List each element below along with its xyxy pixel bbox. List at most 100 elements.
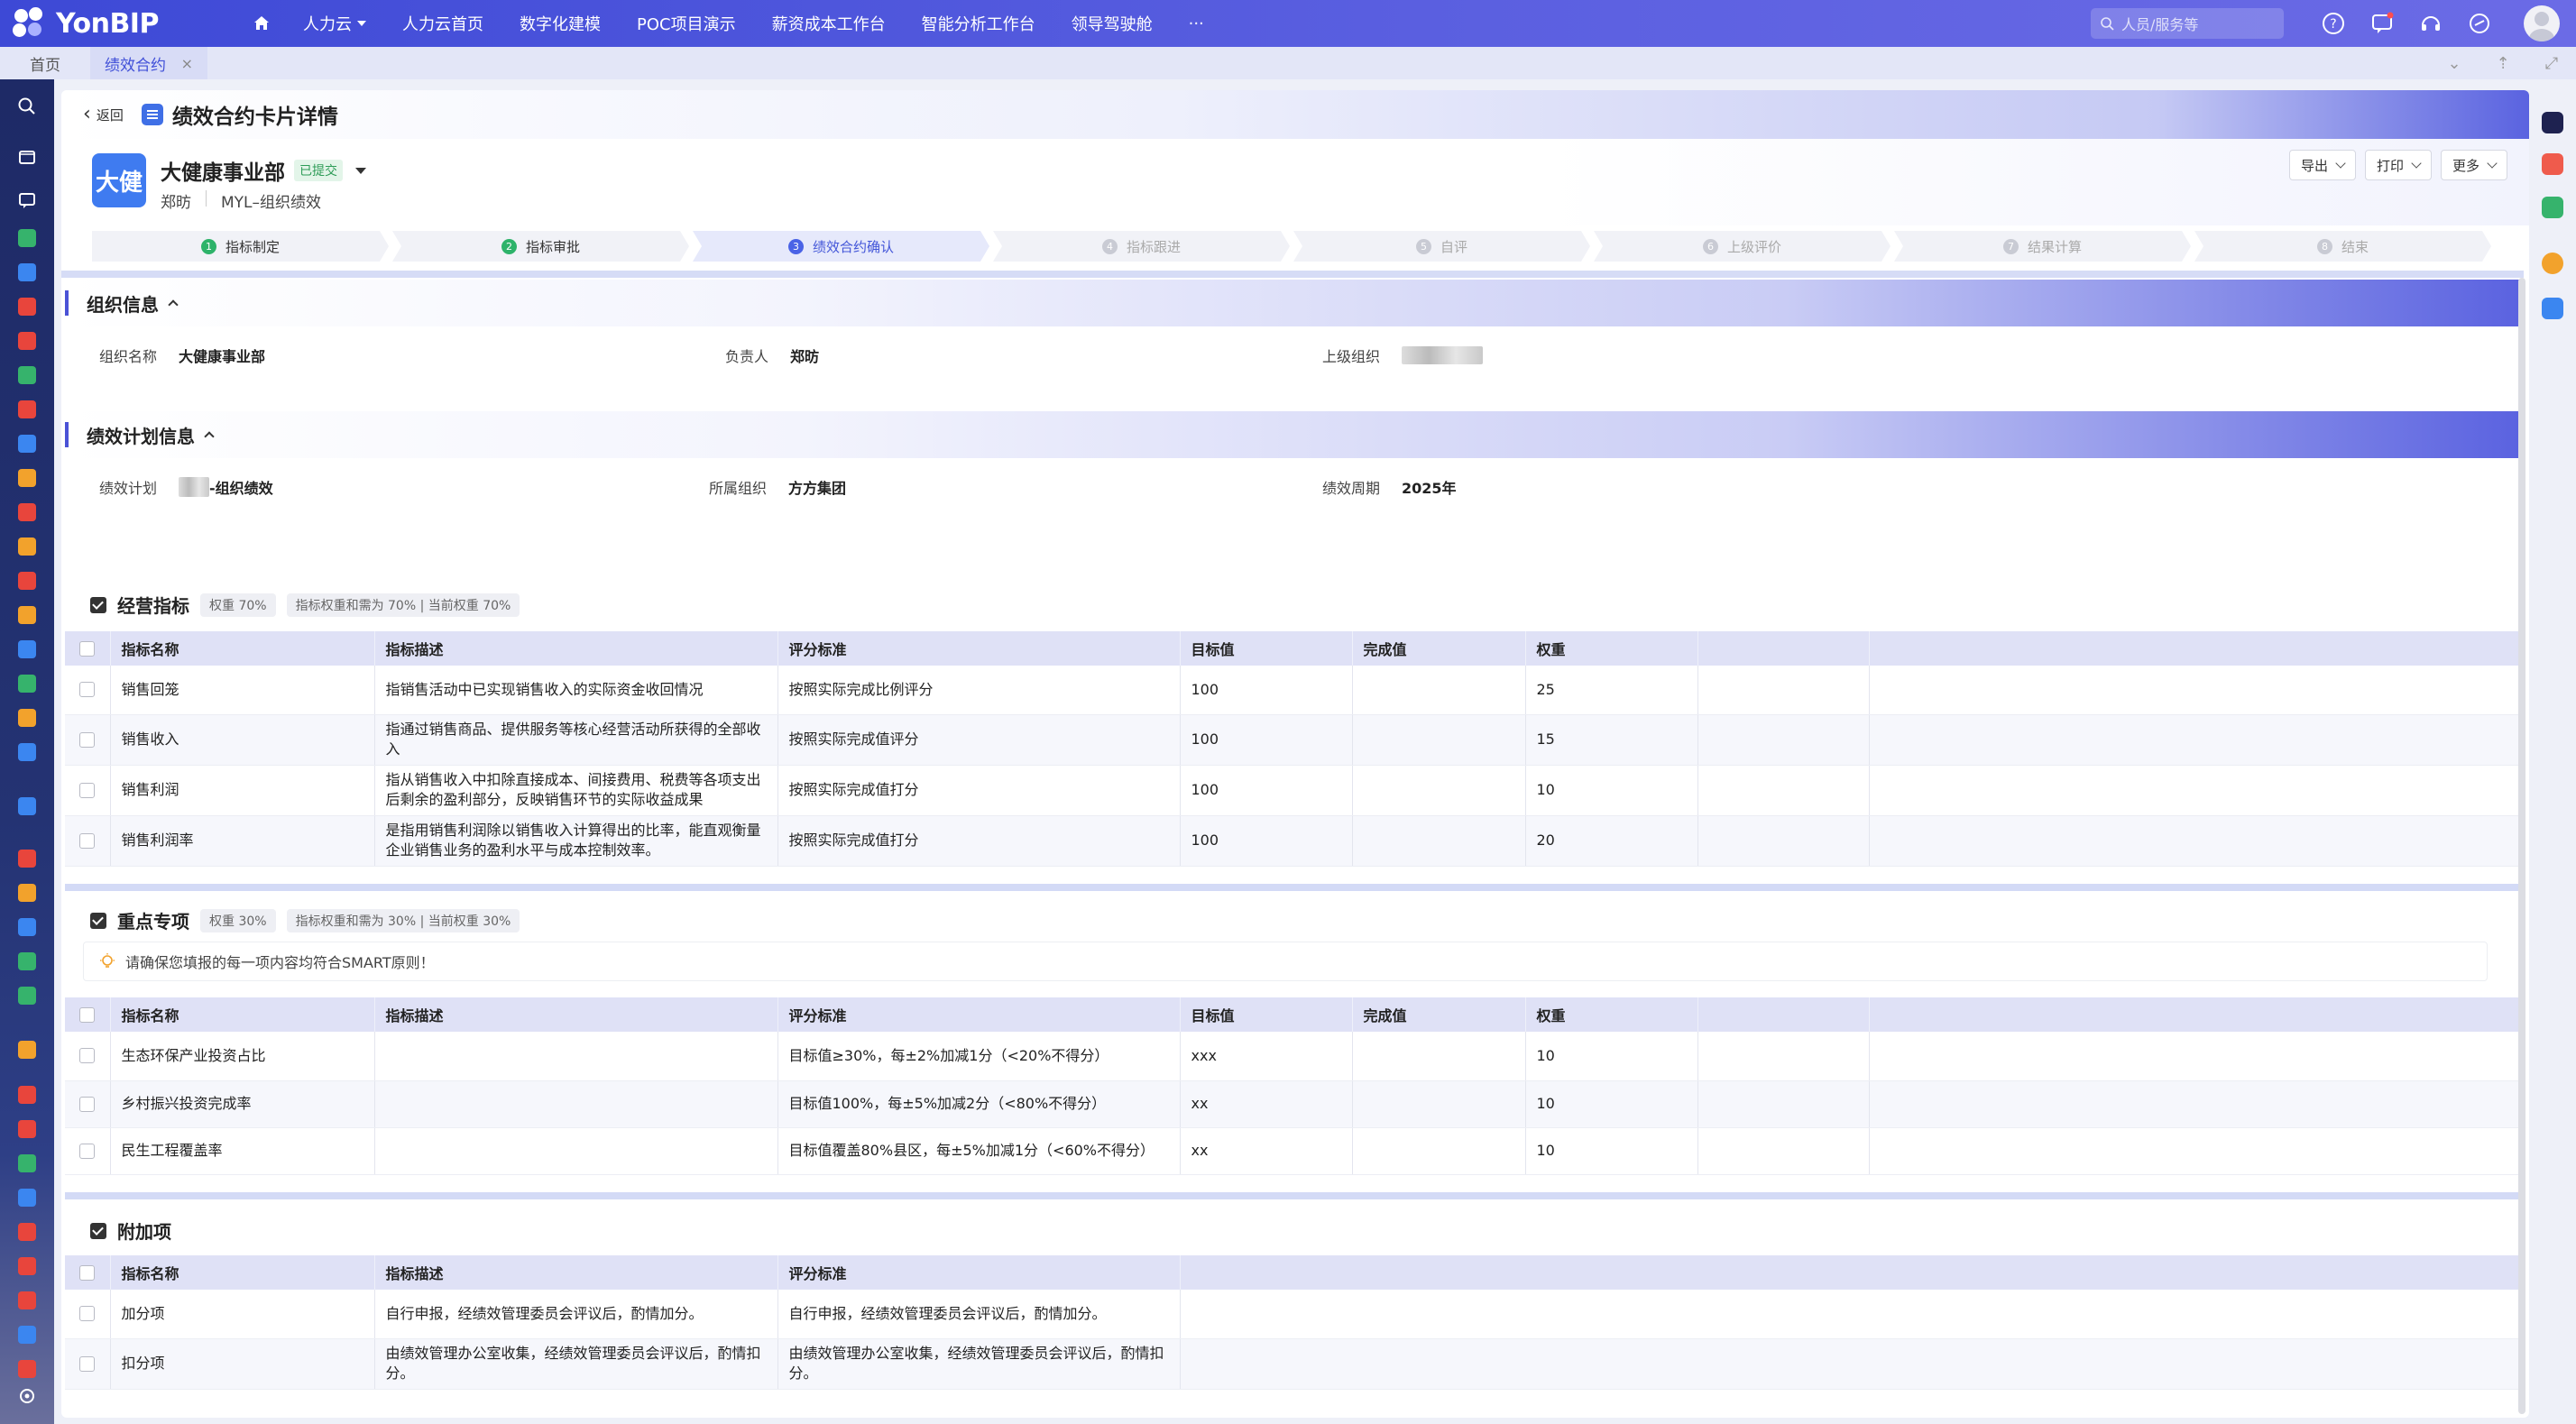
app-icon[interactable] (18, 229, 36, 247)
chevron-up-icon[interactable] (204, 431, 215, 442)
table-row[interactable]: 扣分项 由绩效管理办公室收集，经绩效管理委员会评议后，酌情扣分。 由绩效管理办公… (65, 1338, 2524, 1390)
table-row[interactable]: 乡村振兴投资完成率 目标值100%，每±5%加减2分（<80%不得分） xx 1… (65, 1080, 2524, 1128)
column-header[interactable]: 完成值 (1352, 997, 1526, 1032)
row-checkbox[interactable] (79, 1355, 95, 1372)
nav-digital-modeling[interactable]: 数字化建模 (501, 0, 619, 47)
table-row[interactable]: 销售收入 指通过销售商品、提供服务等核心经营活动所获得的全部收入 按照实际完成值… (65, 714, 2524, 766)
app-icon[interactable] (18, 1291, 36, 1309)
help-icon[interactable]: ? (2320, 10, 2347, 37)
select-all-checkbox[interactable] (79, 1264, 95, 1281)
column-header[interactable]: 目标值 (1180, 997, 1353, 1032)
global-search-input[interactable]: 人员/服务等 (2091, 8, 2284, 39)
step-1[interactable]: 1 指标制定 (92, 231, 389, 262)
app-icon[interactable] (18, 263, 36, 281)
app-icon[interactable] (18, 743, 36, 761)
app-icon[interactable] (18, 1086, 36, 1104)
column-header[interactable]: 评分标准 (777, 997, 1181, 1032)
select-all-checkbox[interactable] (79, 1006, 95, 1023)
fullscreen-icon[interactable]: ⤢ (2527, 54, 2576, 73)
app-icon[interactable] (18, 400, 36, 418)
app-icon[interactable] (18, 1223, 36, 1241)
app-icon[interactable] (18, 1257, 36, 1275)
app-icon[interactable] (18, 1120, 36, 1138)
app-icon[interactable] (2542, 197, 2563, 218)
step-3[interactable]: 3 绩效合约确认 (693, 231, 989, 262)
column-header[interactable]: 指标描述 (374, 631, 778, 666)
app-icon[interactable] (18, 1189, 36, 1207)
app-icon[interactable] (18, 675, 36, 693)
row-checkbox[interactable] (79, 1096, 95, 1112)
step-4[interactable]: 4 指标跟进 (993, 231, 1290, 262)
row-checkbox[interactable] (79, 731, 95, 748)
chat-icon[interactable] (13, 186, 41, 215)
chevron-down-icon[interactable] (355, 167, 366, 174)
table-row[interactable]: 加分项 自行申报，经绩效管理委员会评议后，酌情加分。 自行申报，经绩效管理委员会… (65, 1290, 2524, 1339)
group-checkbox[interactable] (90, 1222, 106, 1239)
app-grid-icon[interactable] (13, 7, 45, 40)
row-checkbox[interactable] (79, 782, 95, 798)
group-checkbox[interactable] (90, 596, 106, 613)
app-icon[interactable] (18, 918, 36, 936)
step-5[interactable]: 5 自评 (1293, 231, 1590, 262)
column-header[interactable]: 完成值 (1352, 631, 1526, 666)
search-icon[interactable] (13, 92, 41, 121)
column-header[interactable]: 指标名称 (110, 631, 375, 666)
app-icon[interactable] (18, 503, 36, 521)
row-checkbox[interactable] (79, 1143, 95, 1159)
app-icon[interactable] (18, 884, 36, 902)
column-header[interactable]: 指标描述 (374, 1255, 778, 1290)
column-header[interactable]: 评分标准 (777, 1255, 1181, 1290)
app-icon[interactable] (18, 1326, 36, 1344)
app-icon[interactable] (18, 640, 36, 658)
app-icon[interactable] (18, 366, 36, 384)
nav-analytics-workbench[interactable]: 智能分析工作台 (904, 0, 1053, 47)
section-plan-info[interactable]: 绩效计划信息 (65, 411, 2524, 458)
column-header[interactable]: 指标名称 (110, 997, 375, 1032)
app-icon[interactable] (18, 298, 36, 316)
nav-salary-workbench[interactable]: 薪资成本工作台 (754, 0, 904, 47)
app-icon[interactable] (18, 850, 36, 868)
print-button[interactable]: 打印 (2364, 150, 2432, 180)
app-icon[interactable] (18, 1360, 36, 1378)
app-logo[interactable]: YonBIP (13, 7, 238, 40)
table-row[interactable]: 生态环保产业投资占比 目标值≥30%，每±2%加减1分（<20%不得分） xxx… (65, 1032, 2524, 1081)
app-icon[interactable] (18, 709, 36, 727)
row-checkbox[interactable] (79, 682, 95, 698)
step-7[interactable]: 7 结果计算 (1894, 231, 2191, 262)
app-icon[interactable] (18, 606, 36, 624)
row-checkbox[interactable] (79, 1306, 95, 1322)
table-row[interactable]: 民生工程覆盖率 目标值覆盖80%县区，每±5%加减1分（<60%不得分） xx … (65, 1127, 2524, 1175)
tab-home[interactable]: 首页 (0, 47, 90, 79)
app-icon[interactable] (2542, 153, 2563, 175)
nav-more[interactable]: ··· (1171, 0, 1222, 47)
row-checkbox[interactable] (79, 1048, 95, 1064)
app-icon[interactable] (18, 435, 36, 453)
app-icon[interactable] (18, 572, 36, 590)
app-icon[interactable] (18, 1154, 36, 1172)
app-icon[interactable] (18, 952, 36, 970)
chevron-up-icon[interactable] (168, 299, 179, 310)
briefcase-icon[interactable] (2542, 298, 2563, 319)
nav-hr-cloud[interactable]: 人力云 (285, 0, 384, 47)
column-header[interactable]: 权重 (1525, 997, 1698, 1032)
column-header[interactable]: 指标描述 (374, 997, 778, 1032)
select-all-checkbox[interactable] (79, 640, 95, 657)
close-icon[interactable]: × (181, 55, 193, 72)
step-8[interactable]: 8 结束 (2194, 231, 2491, 262)
row-checkbox[interactable] (79, 832, 95, 849)
message-icon[interactable] (2369, 10, 2396, 37)
user-avatar[interactable] (2524, 5, 2560, 41)
settings-icon[interactable] (13, 1382, 41, 1410)
nav-hr-home[interactable]: 人力云首页 (384, 0, 501, 47)
app-icon[interactable] (18, 332, 36, 350)
home-icon[interactable] (238, 0, 285, 47)
table-row[interactable]: 销售利润 指从销售收入中扣除直接成本、间接费用、税费等各项支出后剩余的盈利部分，… (65, 765, 2524, 816)
chevron-down-icon[interactable]: ⌄ (2430, 54, 2479, 73)
link-icon[interactable] (2466, 10, 2493, 37)
table-row[interactable]: 销售回笼 指销售活动中已实现销售收入的实际资金收回情况 按照实际完成比例评分 1… (65, 666, 2524, 715)
column-header[interactable]: 指标名称 (110, 1255, 375, 1290)
help-icon[interactable] (2542, 253, 2563, 274)
robot-icon[interactable] (2542, 112, 2563, 133)
app-icon[interactable] (18, 537, 36, 556)
app-icon[interactable] (18, 797, 36, 815)
